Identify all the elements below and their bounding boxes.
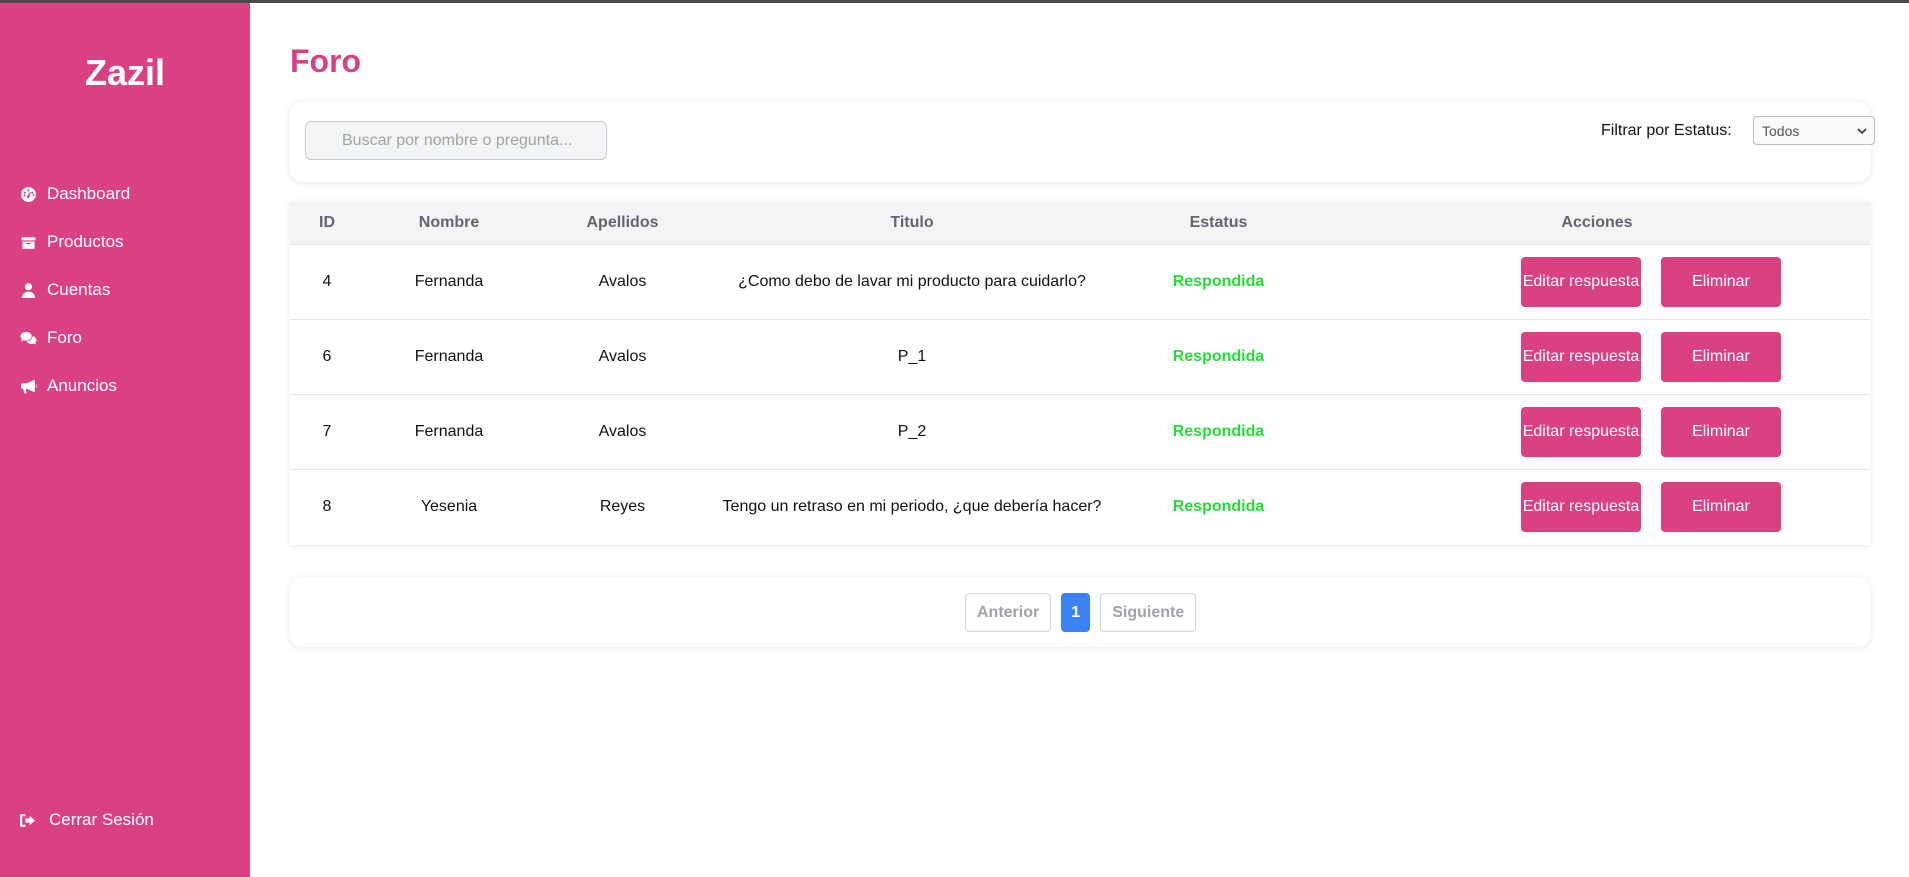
sidebar-nav: Dashboard Productos Cuentas Foro Anuncio…	[0, 170, 250, 410]
table-row: 4 Fernanda Avalos ¿Como debo de lavar mi…	[290, 244, 1870, 319]
cell-titulo: ¿Como debo de lavar mi producto para cui…	[738, 273, 1086, 290]
row-actions: Editar respuesta Eliminar	[1324, 482, 1870, 532]
sidebar-item-label: Cuentas	[47, 280, 111, 299]
status-filter-label: Filtrar por Estatus:	[1601, 122, 1732, 139]
search-input[interactable]	[305, 121, 607, 160]
chevron-down-icon	[1857, 127, 1867, 134]
logout-label: Cerrar Sesión	[49, 810, 154, 829]
sidebar-item-anuncios[interactable]: Anuncios	[0, 362, 250, 410]
status-badge: Respondida	[1172, 348, 1265, 365]
column-header-acciones: Acciones	[1561, 214, 1633, 231]
sidebar: Zazil Dashboard Productos Cuentas Foro A…	[0, 3, 250, 877]
box-icon	[19, 233, 37, 251]
delete-button[interactable]: Eliminar	[1661, 407, 1781, 457]
status-badge: Respondida	[1172, 498, 1265, 515]
sidebar-item-label: Productos	[47, 232, 124, 251]
cell-titulo: P_2	[897, 423, 927, 440]
cell-titulo: P_1	[897, 348, 927, 365]
sidebar-item-cuentas[interactable]: Cuentas	[0, 266, 250, 314]
previous-page-button[interactable]: Anterior	[965, 593, 1052, 632]
table-row: 8 Yesenia Reyes Tengo un retraso en mi p…	[290, 469, 1870, 544]
column-header-id: ID	[319, 214, 335, 231]
row-actions: Editar respuesta Eliminar	[1324, 407, 1870, 457]
pagination: Anterior 1 Siguiente	[965, 593, 1197, 632]
page-number-button[interactable]: 1	[1061, 593, 1091, 632]
comments-icon	[19, 329, 37, 347]
cell-nombre: Fernanda	[414, 348, 484, 365]
filter-bar: Filtrar por Estatus: Todos	[290, 102, 1875, 182]
status-filter-select[interactable]: Todos	[1753, 116, 1875, 145]
row-actions: Editar respuesta Eliminar	[1324, 257, 1870, 307]
cell-apellidos: Avalos	[598, 348, 647, 365]
cell-apellidos: Reyes	[599, 498, 646, 515]
edit-answer-button[interactable]: Editar respuesta	[1521, 257, 1641, 307]
cell-nombre: Fernanda	[414, 423, 484, 440]
sidebar-item-productos[interactable]: Productos	[0, 218, 250, 266]
next-page-button[interactable]: Siguiente	[1100, 593, 1197, 632]
delete-button[interactable]: Eliminar	[1661, 482, 1781, 532]
sidebar-item-label: Anuncios	[47, 376, 117, 395]
column-header-titulo: Titulo	[890, 214, 934, 231]
user-icon	[19, 281, 37, 299]
sidebar-item-label: Foro	[47, 328, 82, 347]
column-header-nombre: Nombre	[418, 214, 480, 231]
row-actions: Editar respuesta Eliminar	[1324, 332, 1870, 382]
table-row: 6 Fernanda Avalos P_1 Respondida Editar …	[290, 319, 1870, 394]
delete-button[interactable]: Eliminar	[1661, 332, 1781, 382]
table-header: ID Nombre Apellidos Titulo Estatus Accio…	[290, 202, 1870, 244]
column-header-estatus: Estatus	[1189, 214, 1248, 231]
logout-button[interactable]: Cerrar Sesión	[19, 810, 154, 830]
cell-id: 4	[322, 273, 332, 290]
edit-answer-button[interactable]: Editar respuesta	[1521, 407, 1641, 457]
window-top-border	[0, 0, 1909, 3]
forum-table: ID Nombre Apellidos Titulo Estatus Accio…	[290, 202, 1870, 545]
sign-out-icon	[19, 811, 37, 829]
cell-apellidos: Avalos	[598, 423, 647, 440]
sidebar-item-dashboard[interactable]: Dashboard	[0, 170, 250, 218]
edit-answer-button[interactable]: Editar respuesta	[1521, 332, 1641, 382]
cell-titulo: Tengo un retraso en mi periodo, ¿que deb…	[722, 498, 1102, 515]
status-badge: Respondida	[1172, 273, 1265, 290]
gauge-icon	[19, 185, 37, 203]
cell-apellidos: Avalos	[598, 273, 647, 290]
sidebar-item-foro[interactable]: Foro	[0, 314, 250, 362]
page-title: Foro	[290, 43, 362, 79]
status-badge: Respondida	[1172, 423, 1265, 440]
megaphone-icon	[19, 377, 37, 395]
main-content: Foro Filtrar por Estatus: Todos ID Nombr…	[250, 3, 1909, 877]
cell-id: 7	[322, 423, 332, 440]
pagination-bar: Anterior 1 Siguiente	[290, 577, 1870, 647]
delete-button[interactable]: Eliminar	[1661, 257, 1781, 307]
cell-nombre: Fernanda	[414, 273, 484, 290]
sidebar-item-label: Dashboard	[47, 184, 131, 203]
cell-id: 6	[322, 348, 332, 365]
brand-logo: Zazil	[84, 52, 165, 93]
cell-nombre: Yesenia	[420, 498, 478, 515]
cell-id: 8	[322, 498, 332, 515]
edit-answer-button[interactable]: Editar respuesta	[1521, 482, 1641, 532]
status-filter-value: Todos	[1762, 122, 1800, 139]
table-row: 7 Fernanda Avalos P_2 Respondida Editar …	[290, 394, 1870, 469]
column-header-apellidos: Apellidos	[586, 214, 659, 231]
